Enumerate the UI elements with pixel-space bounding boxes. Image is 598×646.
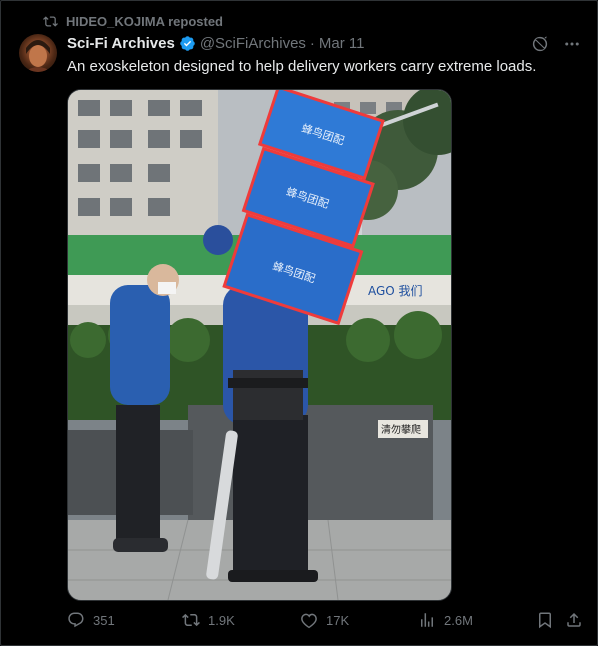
tweet-text: An exoskeleton designed to help delivery… xyxy=(67,58,537,75)
repost-button[interactable]: 1.9K xyxy=(182,611,235,629)
like-count: 17K xyxy=(326,612,350,628)
author-handle[interactable]: @SciFiArchives xyxy=(200,35,306,52)
views-chart-icon xyxy=(421,613,433,627)
avatar[interactable] xyxy=(19,34,57,72)
repost-label: HIDEO_KOJIMA reposted xyxy=(66,13,223,29)
share-button[interactable] xyxy=(565,611,583,629)
view-count: 2.6M xyxy=(444,612,473,628)
repost-icon xyxy=(43,15,58,27)
reply-icon xyxy=(68,612,84,628)
tweet-header: Sci-Fi Archives @SciFiArchives · Mar 11 xyxy=(67,35,364,52)
tweet-top-actions xyxy=(531,35,581,53)
author-name[interactable]: Sci-Fi Archives xyxy=(67,35,175,52)
repost-count: 1.9K xyxy=(208,612,235,628)
planter-sign-text: 清勿攀爬 xyxy=(381,423,421,436)
bookmark-button[interactable] xyxy=(536,611,554,629)
separator-dot: · xyxy=(309,35,315,52)
tweet-actions-bar: 351 1.9K 17K 2.6M xyxy=(67,611,585,633)
repost-icon xyxy=(182,613,200,627)
grok-icon[interactable] xyxy=(531,35,549,53)
share-icon xyxy=(567,612,581,627)
heart-icon xyxy=(301,613,317,629)
wall-sign-text: AGO 我们 xyxy=(368,283,423,298)
exoskeleton-photo: AGO 我们 清勿攀爬 蜂鸟团配 蜂鸟团配 蜂鸟团配 xyxy=(68,90,451,600)
tweet-card[interactable]: HIDEO_KOJIMA reposted Sci-Fi Archives @S… xyxy=(0,0,598,646)
repost-indicator[interactable]: HIDEO_KOJIMA reposted xyxy=(43,13,223,29)
views-button[interactable]: 2.6M xyxy=(418,611,473,629)
reply-button[interactable]: 351 xyxy=(67,611,115,629)
tweet-date[interactable]: Mar 11 xyxy=(319,35,365,52)
tweet-media-photo[interactable]: AGO 我们 清勿攀爬 蜂鸟团配 蜂鸟团配 蜂鸟团配 xyxy=(67,89,452,601)
more-options-icon[interactable] xyxy=(563,35,581,53)
like-button[interactable]: 17K xyxy=(300,611,349,629)
verified-badge-icon xyxy=(180,36,195,51)
reply-count: 351 xyxy=(93,612,115,628)
bookmark-icon xyxy=(539,612,551,629)
